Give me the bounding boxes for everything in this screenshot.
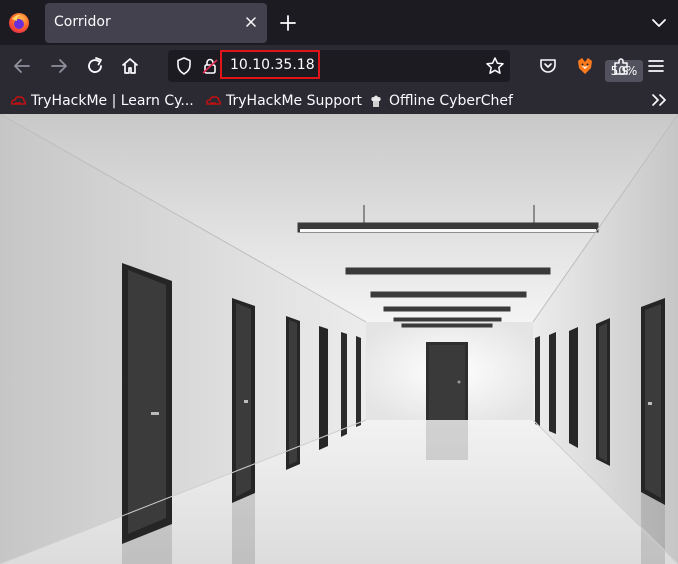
firefox-icon[interactable] <box>8 12 30 34</box>
bookmark-label: TryHackMe | Learn Cy... <box>31 93 194 109</box>
hamburger-menu-icon[interactable] <box>646 56 666 76</box>
tab-strip: Corridor <box>0 0 678 45</box>
nav-toolbar: 50% <box>0 45 678 87</box>
bookmark-label: TryHackMe Support <box>226 93 362 109</box>
url-text[interactable]: 10.10.35.18 <box>230 57 315 73</box>
bookmark-tryhackme-learn[interactable]: TryHackMe | Learn Cy... <box>10 91 194 111</box>
tab-active[interactable]: Corridor <box>45 3 267 43</box>
bookmarks-toolbar: TryHackMe | Learn Cy... TryHackMe Suppor… <box>0 87 678 114</box>
back-arrow-icon[interactable] <box>12 56 32 76</box>
insecure-lock-icon[interactable] <box>200 56 220 76</box>
pocket-icon[interactable] <box>538 56 558 76</box>
foxyproxy-extension-icon[interactable] <box>575 56 595 76</box>
bookmark-label: Offline CyberChef <box>389 93 513 109</box>
star-icon[interactable] <box>485 56 505 76</box>
close-icon[interactable] <box>244 15 258 29</box>
forward-arrow-icon[interactable] <box>49 56 69 76</box>
chevron-double-right-icon[interactable] <box>650 92 668 108</box>
hallway-image <box>0 114 678 564</box>
home-icon[interactable] <box>120 56 140 76</box>
tab-title: Corridor <box>54 14 111 30</box>
bookmark-offline-cyberchef[interactable]: Offline CyberChef <box>368 91 513 111</box>
puzzle-extensions-icon[interactable] <box>611 56 631 76</box>
cyberchef-icon <box>371 95 381 107</box>
plus-icon[interactable] <box>278 13 298 33</box>
bookmark-tryhackme-support[interactable]: TryHackMe Support <box>205 91 362 111</box>
reload-icon[interactable] <box>85 56 105 76</box>
page-content <box>0 114 678 564</box>
shield-icon[interactable] <box>174 56 194 76</box>
tryhackme-icon <box>11 96 26 105</box>
tryhackme-icon <box>206 96 221 105</box>
chevron-down-icon[interactable] <box>651 16 667 30</box>
